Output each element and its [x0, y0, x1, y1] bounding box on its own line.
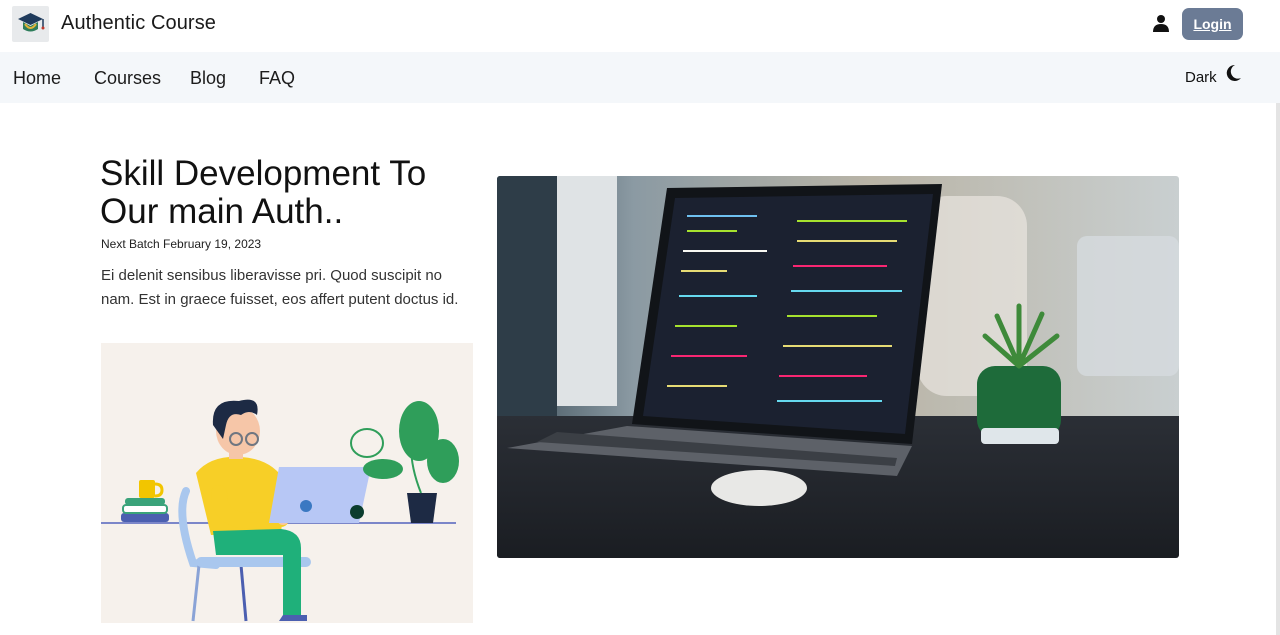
hero-description: Ei delenit sensibus liberavisse pri. Quo…: [101, 267, 459, 308]
nav-home[interactable]: Home: [13, 68, 61, 89]
main-nav: Home Courses Blog FAQ: [0, 52, 1280, 103]
nav-courses[interactable]: Courses: [94, 68, 161, 89]
nav-blog[interactable]: Blog: [190, 68, 226, 89]
developer-illustration: [101, 343, 473, 623]
graduation-cap-icon: [18, 13, 45, 32]
nav-faq[interactable]: FAQ: [259, 68, 295, 89]
theme-toggle-label[interactable]: Dark: [1185, 69, 1217, 86]
laptop-code-photo: [497, 176, 1179, 558]
moon-icon[interactable]: [1226, 64, 1242, 82]
top-header: Authentic Course Login: [0, 0, 1280, 52]
page-scrollbar[interactable]: [1276, 103, 1280, 635]
user-icon[interactable]: [1153, 14, 1169, 32]
brand-name[interactable]: Authentic Course: [61, 12, 216, 35]
hero-title: Skill Development To Our main Auth..: [100, 154, 427, 231]
next-batch-date: Next Batch February 19, 2023: [101, 237, 262, 251]
logo[interactable]: [12, 6, 49, 42]
login-button[interactable]: Login: [1182, 8, 1243, 40]
